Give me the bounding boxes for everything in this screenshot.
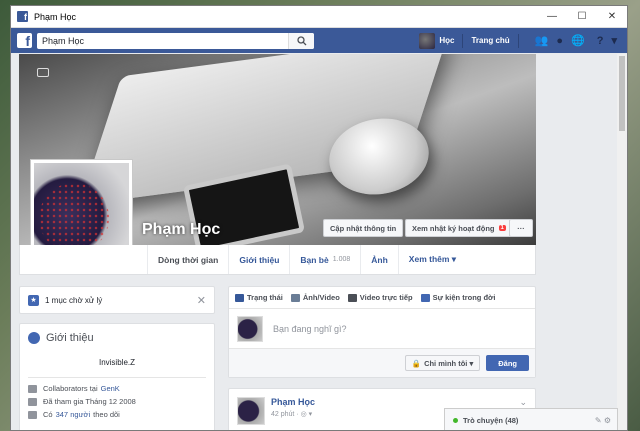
scrollbar[interactable] [617,54,627,430]
help-icon[interactable]: ? [597,35,604,47]
composer-tab-life-event[interactable]: Sự kiện trong đời [420,293,495,302]
post-timestamp[interactable]: 42 phút · ◎ ▾ [271,410,315,418]
pencil-icon [235,293,244,302]
account-menu-icon[interactable]: ▾ [611,34,617,47]
window-title: Phạm Học [34,11,77,22]
camera-icon[interactable] [37,68,49,77]
chat-bar[interactable]: Trò chuyện (48) ✎ ⚙ [444,408,618,430]
friend-requests-icon[interactable]: 👥 [535,34,549,47]
composer-tab-status[interactable]: Trạng thái [235,293,283,302]
clock-icon [28,397,37,406]
search-icon [296,35,306,45]
chat-label: Trò chuyện (48) [463,415,519,425]
followers-link[interactable]: 347 người [56,410,91,419]
post-composer: Trạng thái Ảnh/Video Video trực tiếp Sự … [228,286,536,378]
minimize-button[interactable]: — [537,6,567,27]
facebook-app-icon: f [17,11,28,22]
close-icon[interactable]: ✕ [197,294,206,307]
activity-badge: 1 [498,225,506,231]
intro-bio: Invisible.Z [98,358,135,367]
profile-tabs: Dòng thời gian Giới thiệu Bạn bè 1.008 Ản… [19,245,536,275]
lock-icon: 🔒 [411,358,422,368]
star-icon: ★ [28,294,39,306]
post-button[interactable]: Đăng [486,355,529,371]
search-box[interactable]: Phạm Học [37,32,314,49]
facebook-top-bar: f Phạm Học Học Trang chủ 👥 ● 🌐 ? ▾ [11,28,627,53]
rss-icon [28,410,37,419]
facebook-logo[interactable]: f [17,33,32,48]
browser-window: f Phạm Học — ☐ ✕ f Phạm Học Học Trang ch… [10,5,628,431]
tab-about[interactable]: Giới thiệu [228,245,289,274]
close-button[interactable]: ✕ [597,6,627,27]
video-icon [347,293,357,302]
work-icon [28,384,37,393]
home-link[interactable]: Trang chủ [471,36,509,45]
scrollbar-thumb[interactable] [619,56,625,131]
online-status-dot [453,417,458,423]
activity-log-label: Xem nhật ký hoạt động [412,223,495,233]
intro-card: Giới thiệu Invisible.Z Collaborators tại… [19,323,215,430]
tab-photos[interactable]: Ảnh [360,245,398,274]
compose-icon[interactable]: ✎ ⚙ [595,416,611,425]
composer-tab-photo[interactable]: Ảnh/Video [290,293,340,302]
tab-friends[interactable]: Bạn bè 1.008 [289,245,360,274]
search-button[interactable] [288,32,314,49]
post-avatar[interactable] [237,397,265,425]
composer-avatar [237,315,263,342]
profile-link[interactable]: Học [439,36,454,45]
status-input[interactable]: Bạn đang nghĩ gì? [273,324,347,334]
search-input[interactable]: Phạm Học [42,36,288,46]
activity-log-button[interactable]: Xem nhật ký hoạt động 1 [405,219,513,237]
pending-items-card[interactable]: ★ 1 mục chờ xử lý ✕ [19,286,215,314]
photo-icon [290,293,300,302]
flag-icon [420,293,430,302]
post-author[interactable]: Phạm Học [271,397,315,407]
friends-count: 1.008 [332,256,351,263]
composer-tab-live[interactable]: Video trực tiếp [347,293,413,302]
window-titlebar: f Phạm Học — ☐ ✕ [11,6,627,28]
maximize-button[interactable]: ☐ [567,6,597,27]
privacy-selector[interactable]: 🔒 Chỉ mình tôi ▾ [404,355,481,371]
update-info-button[interactable]: Cập nhật thông tin [323,219,404,237]
messages-icon[interactable]: ● [556,35,563,47]
tab-timeline[interactable]: Dòng thời gian [147,245,228,274]
work-link[interactable]: GenK [101,384,120,393]
globe-icon [28,332,40,344]
notifications-icon[interactable]: 🌐 [571,34,585,47]
user-avatar[interactable] [419,32,436,49]
profile-name[interactable]: Phạm Học [142,221,220,239]
tab-more[interactable]: Xem thêm ▾ [397,245,466,274]
more-options-button[interactable]: ··· [509,219,533,237]
intro-title: Giới thiệu [46,332,94,344]
pending-text[interactable]: 1 mục chờ xử lý [45,296,102,305]
